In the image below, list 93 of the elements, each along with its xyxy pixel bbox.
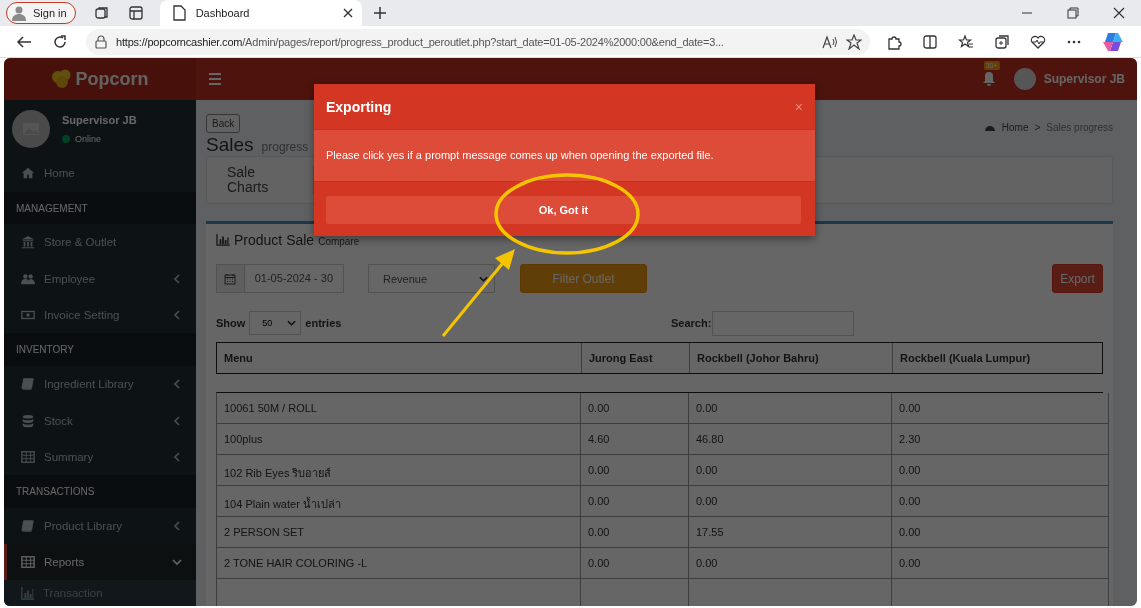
person-icon xyxy=(11,5,27,21)
bar-chart-icon xyxy=(21,586,35,601)
user-name[interactable]: Supervisor JB xyxy=(1043,72,1125,86)
dialog-message: Please click yes if a prompt message comes up when opening the exported file. xyxy=(314,130,815,181)
read-aloud-icon[interactable] xyxy=(822,34,838,49)
dialog-title: Exporting xyxy=(326,98,392,115)
table-cell: 2 PERSON SET xyxy=(217,517,581,548)
breadcrumb-separator: > xyxy=(1034,121,1041,133)
users-icon xyxy=(21,271,35,286)
tab[interactable]: Sale Charts xyxy=(227,165,297,195)
table-cell: 0.00 xyxy=(581,393,689,424)
close-icon[interactable] xyxy=(1113,7,1125,19)
restore-icon[interactable] xyxy=(1067,7,1079,19)
split-screen-icon[interactable] xyxy=(922,33,938,50)
bar-chart-icon xyxy=(216,234,230,246)
back-button[interactable]: Back xyxy=(206,114,241,133)
column-header[interactable]: Rockbell (Kuala Lumpur) xyxy=(892,343,1109,373)
section-header: MANAGEMENT xyxy=(4,191,196,225)
page-icon xyxy=(171,5,186,21)
collections-icon[interactable] xyxy=(994,33,1010,50)
browser-tab[interactable]: Dashboard xyxy=(159,0,362,26)
table-cell: 102 Rib Eyes ริบอายส์ xyxy=(217,455,581,486)
avatar xyxy=(1013,68,1036,90)
metric-dropdown[interactable]: Revenue xyxy=(368,264,495,293)
page-size-dropdown[interactable]: 50 xyxy=(249,311,302,335)
home-icon xyxy=(21,166,35,181)
table-cell: 2 TONE HAIR COLORING -L xyxy=(217,548,581,579)
database-icon xyxy=(21,413,35,428)
date-range-field[interactable]: 01-05-2024 - 30 xyxy=(216,264,344,293)
table-icon xyxy=(21,449,35,464)
column-header[interactable]: Rockbell (Johor Bahru) xyxy=(689,343,892,373)
entries-label: entries xyxy=(305,317,342,329)
bell-icon[interactable] xyxy=(981,71,996,87)
caret-icon xyxy=(287,319,297,327)
url-text: https://popcorncashier.com/Admin/pages/report/progress_product_peroutlet.php?start_date=01-05-2024%2000:00&end_date=3... xyxy=(116,35,725,48)
status-dot xyxy=(62,134,70,143)
export-button[interactable]: Export xyxy=(1052,264,1103,293)
close-button[interactable]: × xyxy=(794,98,803,115)
extensions-icon[interactable] xyxy=(886,33,902,50)
table-cell: 0.00 xyxy=(892,455,1109,486)
close-icon[interactable] xyxy=(341,7,354,19)
back-arrow-icon[interactable] xyxy=(16,33,32,50)
section-header: TRANSACTIONS xyxy=(4,475,196,508)
status-text: Online xyxy=(75,133,101,144)
table-cell: 0.00 xyxy=(892,517,1109,548)
table-cell: 0.00 xyxy=(892,393,1109,424)
caret-icon xyxy=(479,274,488,283)
logo: Popcorn xyxy=(4,58,196,100)
new-tab-icon[interactable] xyxy=(371,5,388,21)
table-cell: 0.00 xyxy=(689,393,892,424)
table-cell: 4.60 xyxy=(581,424,689,455)
panel-subtitle: Compare xyxy=(318,236,360,247)
table-cell: 0.00 xyxy=(689,548,892,579)
avatar xyxy=(12,109,50,148)
section-header: INVENTORY xyxy=(4,333,196,366)
menu-icon[interactable] xyxy=(208,73,222,85)
address-field[interactable]: https://popcorncashier.com/Admin/pages/report/progress_product_peroutlet.php?start_date=01-05-2024%2000:00&end_date=3... xyxy=(86,28,870,55)
heart-pulse-icon[interactable] xyxy=(1030,33,1046,50)
table-cell: 0.00 xyxy=(581,455,689,486)
star-icon[interactable] xyxy=(846,33,862,50)
panel-title: Product Sale xyxy=(234,232,315,248)
ok-button[interactable]: Ok, Got it xyxy=(326,196,801,224)
table-cell: 10061 50M / ROLL xyxy=(217,393,581,424)
page-title: Sales xyxy=(206,134,254,156)
favorites-icon[interactable] xyxy=(958,33,974,50)
breadcrumb-link[interactable]: Home xyxy=(1001,121,1029,133)
workspaces-icon[interactable] xyxy=(93,5,110,21)
table-icon xyxy=(21,555,35,570)
tab-actions-icon[interactable] xyxy=(127,5,144,21)
table-cell: 0.00 xyxy=(581,548,689,579)
table-cell: 104 Plain water น้ำเปล่า xyxy=(217,486,581,517)
table-cell: 0.00 xyxy=(689,455,892,486)
sign-in-button[interactable]: Sign in xyxy=(6,2,76,24)
column-header[interactable]: Jurong East xyxy=(581,343,689,373)
table-cell: 2.30 xyxy=(892,424,1109,455)
table-cell: 0.00 xyxy=(689,486,892,517)
bank-icon xyxy=(21,235,35,250)
table-cell: 0.00 xyxy=(892,548,1109,579)
table-cell: 46.80 xyxy=(689,424,892,455)
lock-icon xyxy=(94,34,108,49)
calendar-icon xyxy=(224,272,237,285)
copilot-icon[interactable] xyxy=(1102,31,1124,52)
table-cell: 100plus xyxy=(217,424,581,455)
user-name: Supervisor JB xyxy=(62,113,137,126)
search-label: Search: xyxy=(671,317,712,329)
refresh-icon[interactable] xyxy=(52,33,68,50)
table-cell: 0.00 xyxy=(581,486,689,517)
table-cell: 0.00 xyxy=(581,517,689,548)
show-label: Show xyxy=(216,317,246,329)
table-cell: 17.55 xyxy=(689,517,892,548)
column-header[interactable]: Menu xyxy=(217,343,581,373)
filter-outlet-button[interactable]: Filter Outlet xyxy=(520,264,647,293)
table-cell: 0.00 xyxy=(892,486,1109,517)
